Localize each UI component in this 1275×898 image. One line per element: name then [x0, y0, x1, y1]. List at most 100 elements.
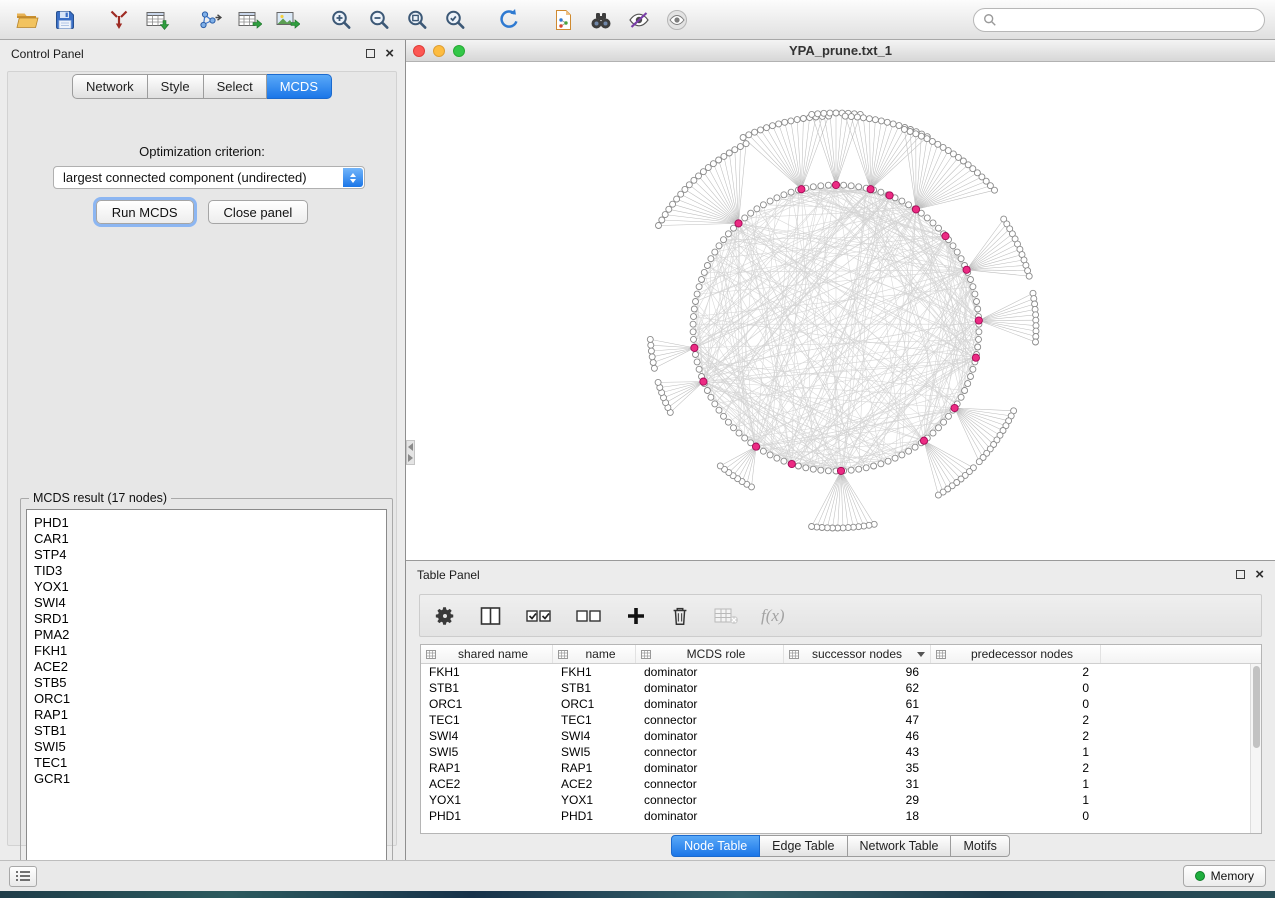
table-cell[interactable]: 35 — [784, 761, 931, 775]
window-minimize-button[interactable] — [433, 45, 445, 57]
search-network-button[interactable] — [584, 4, 618, 36]
mcds-result-item[interactable]: PHD1 — [34, 515, 379, 531]
table-cell[interactable]: ACE2 — [553, 777, 636, 791]
table-cell[interactable]: connector — [636, 713, 784, 727]
column-header-name[interactable]: name — [553, 645, 636, 663]
zoom-selected-button[interactable] — [438, 4, 472, 36]
table-cell[interactable]: 1 — [931, 745, 1101, 759]
optimization-criterion-dropdown[interactable]: largest connected component (undirected) — [53, 166, 365, 189]
mcds-result-item[interactable]: FKH1 — [34, 643, 379, 659]
scrollbar-thumb[interactable] — [1253, 666, 1260, 748]
mcds-result-item[interactable]: SWI5 — [34, 739, 379, 755]
tab-edge-table[interactable]: Edge Table — [760, 835, 847, 857]
tab-style[interactable]: Style — [148, 74, 204, 99]
mcds-result-item[interactable]: ACE2 — [34, 659, 379, 675]
table-scrollbar[interactable] — [1250, 664, 1261, 833]
table-cell[interactable]: 2 — [931, 729, 1101, 743]
export-image-button[interactable] — [270, 4, 304, 36]
mcds-result-item[interactable]: CAR1 — [34, 531, 379, 547]
column-header-shared-name[interactable]: shared name — [421, 645, 553, 663]
table-cell[interactable]: TEC1 — [553, 713, 636, 727]
float-table-panel-button[interactable] — [1236, 570, 1245, 579]
table-cell[interactable]: 0 — [931, 697, 1101, 711]
table-cell[interactable]: connector — [636, 745, 784, 759]
show-graphics-details-button[interactable] — [660, 4, 694, 36]
apply-layout-button[interactable] — [492, 4, 526, 36]
tab-select[interactable]: Select — [204, 74, 267, 99]
zoom-in-button[interactable] — [324, 4, 358, 36]
mcds-result-item[interactable]: RAP1 — [34, 707, 379, 723]
table-cell[interactable]: 2 — [931, 713, 1101, 727]
mcds-result-item[interactable]: STB1 — [34, 723, 379, 739]
table-cell[interactable]: connector — [636, 793, 784, 807]
table-cell[interactable]: SWI4 — [421, 729, 553, 743]
table-cell[interactable]: 61 — [784, 697, 931, 711]
table-row[interactable]: FKH1FKH1dominator962 — [421, 664, 1261, 680]
table-cell[interactable]: YOX1 — [553, 793, 636, 807]
show-columns-button[interactable] — [478, 601, 503, 631]
table-cell[interactable]: YOX1 — [421, 793, 553, 807]
column-menu-chevron-icon[interactable] — [917, 652, 925, 657]
zoom-fit-button[interactable] — [400, 4, 434, 36]
deselect-all-button[interactable] — [575, 601, 603, 631]
table-cell[interactable]: RAP1 — [553, 761, 636, 775]
table-cell[interactable]: dominator — [636, 665, 784, 679]
column-header-MCDS-role[interactable]: MCDS role — [636, 645, 784, 663]
mcds-result-item[interactable]: GCR1 — [34, 771, 379, 787]
import-network-button[interactable] — [102, 4, 136, 36]
table-cell[interactable]: 1 — [931, 793, 1101, 807]
mcds-result-item[interactable]: SRD1 — [34, 611, 379, 627]
table-cell[interactable]: dominator — [636, 809, 784, 823]
table-cell[interactable]: dominator — [636, 761, 784, 775]
table-cell[interactable]: 2 — [931, 665, 1101, 679]
table-cell[interactable]: PHD1 — [421, 809, 553, 823]
tab-node-table[interactable]: Node Table — [671, 835, 760, 857]
add-row-button[interactable] — [625, 601, 647, 631]
table-cell[interactable]: 96 — [784, 665, 931, 679]
table-cell[interactable]: connector — [636, 777, 784, 791]
table-cell[interactable]: 46 — [784, 729, 931, 743]
column-header-successor-nodes[interactable]: successor nodes — [784, 645, 931, 663]
table-cell[interactable]: ORC1 — [421, 697, 553, 711]
search-box[interactable] — [973, 8, 1265, 32]
tab-mcds[interactable]: MCDS — [267, 74, 332, 99]
table-cell[interactable]: 47 — [784, 713, 931, 727]
search-input[interactable] — [1003, 13, 1255, 27]
mcds-result-item[interactable]: TEC1 — [34, 755, 379, 771]
mcds-result-item[interactable]: ORC1 — [34, 691, 379, 707]
memory-button[interactable]: Memory — [1183, 865, 1266, 887]
table-cell[interactable]: 62 — [784, 681, 931, 695]
tab-motifs[interactable]: Motifs — [951, 835, 1009, 857]
table-row[interactable]: ACE2ACE2connector311 — [421, 776, 1261, 792]
table-cell[interactable]: 2 — [931, 761, 1101, 775]
table-cell[interactable]: FKH1 — [553, 665, 636, 679]
table-cell[interactable]: RAP1 — [421, 761, 553, 775]
table-settings-button[interactable] — [434, 601, 456, 631]
table-cell[interactable]: 29 — [784, 793, 931, 807]
open-session-button[interactable] — [10, 4, 44, 36]
table-cell[interactable]: STB1 — [553, 681, 636, 695]
import-table-button[interactable] — [140, 4, 174, 36]
run-mcds-button[interactable]: Run MCDS — [96, 200, 194, 224]
export-network-button[interactable] — [194, 4, 228, 36]
table-row[interactable]: ORC1ORC1dominator610 — [421, 696, 1261, 712]
mcds-result-item[interactable]: STB5 — [34, 675, 379, 691]
hide-graphics-details-button[interactable] — [622, 4, 656, 36]
close-table-panel-button[interactable]: × — [1255, 570, 1264, 580]
table-cell[interactable]: dominator — [636, 681, 784, 695]
table-row[interactable]: STB1STB1dominator620 — [421, 680, 1261, 696]
table-cell[interactable]: FKH1 — [421, 665, 553, 679]
table-cell[interactable]: SWI4 — [553, 729, 636, 743]
table-row[interactable]: RAP1RAP1dominator352 — [421, 760, 1261, 776]
table-cell[interactable]: SWI5 — [421, 745, 553, 759]
table-cell[interactable]: 31 — [784, 777, 931, 791]
mcds-result-item[interactable]: STP4 — [34, 547, 379, 563]
table-cell[interactable]: 1 — [931, 777, 1101, 791]
window-close-button[interactable] — [413, 45, 425, 57]
close-mcds-panel-button[interactable]: Close panel — [208, 200, 309, 224]
select-all-button[interactable] — [525, 601, 553, 631]
mcds-result-item[interactable]: TID3 — [34, 563, 379, 579]
mcds-result-item[interactable]: SWI4 — [34, 595, 379, 611]
close-panel-button[interactable]: × — [385, 49, 394, 59]
column-header-predecessor-nodes[interactable]: predecessor nodes — [931, 645, 1101, 663]
